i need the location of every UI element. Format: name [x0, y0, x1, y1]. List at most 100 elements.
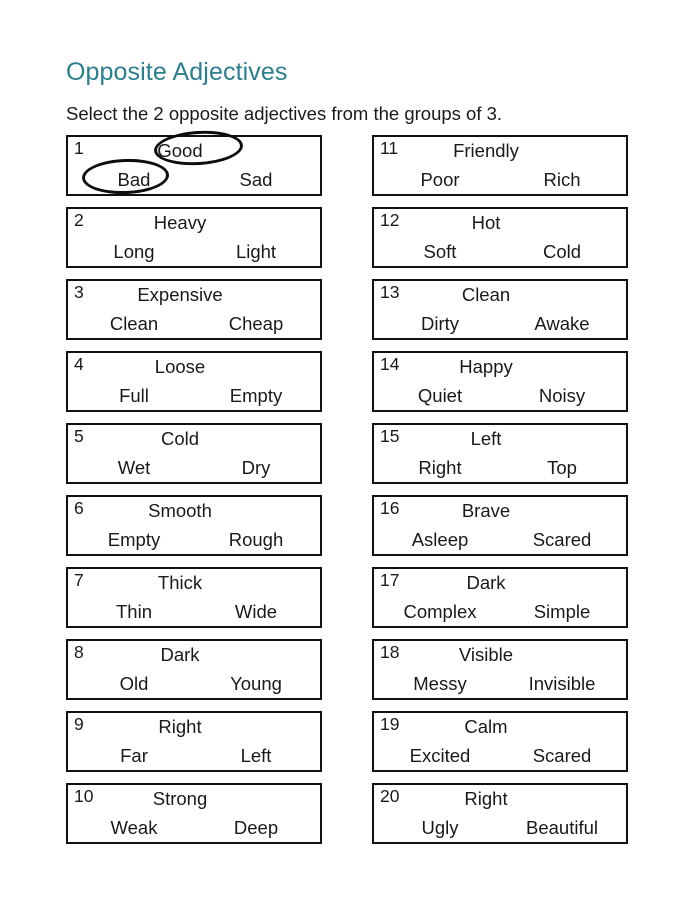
- adjective-option-top[interactable]: Happy: [374, 355, 626, 380]
- adjective-option-left[interactable]: Asleep: [374, 528, 500, 552]
- adjective-option-right[interactable]: Rough: [194, 528, 320, 552]
- adjective-option-left[interactable]: Thin: [68, 600, 194, 624]
- adjective-option-top[interactable]: Good: [68, 139, 320, 164]
- adjective-option-right[interactable]: Cheap: [194, 312, 320, 336]
- group-bottom-row: Empty Rough: [68, 526, 320, 554]
- adjective-option-left[interactable]: Old: [68, 672, 194, 696]
- adjective-option-right[interactable]: Light: [194, 240, 320, 264]
- adjective-option-top[interactable]: Thick: [68, 571, 320, 596]
- adjective-option-left[interactable]: Full: [68, 384, 194, 408]
- adjective-option-top[interactable]: Strong: [68, 787, 320, 812]
- adjective-option-left[interactable]: Empty: [68, 528, 194, 552]
- adjective-option-top[interactable]: Left: [374, 427, 626, 452]
- adjective-option-right[interactable]: Deep: [194, 816, 320, 840]
- group-top-row: 13 Clean: [374, 281, 626, 310]
- adjective-group-box[interactable]: 14 Happy Quiet Noisy: [372, 351, 628, 412]
- page-title: Opposite Adjectives: [66, 57, 288, 86]
- group-bottom-row: Old Young: [68, 670, 320, 698]
- adjective-option-left[interactable]: Dirty: [374, 312, 500, 336]
- adjective-option-top[interactable]: Clean: [374, 283, 626, 308]
- adjective-option-right[interactable]: Scared: [500, 528, 626, 552]
- group-top-row: 3 Expensive: [68, 281, 320, 310]
- group-bottom-row: Wet Dry: [68, 454, 320, 482]
- adjective-option-right[interactable]: Left: [194, 744, 320, 768]
- adjective-option-right[interactable]: Dry: [194, 456, 320, 480]
- adjective-option-left[interactable]: Far: [68, 744, 194, 768]
- group-bottom-row: Poor Rich: [374, 166, 626, 194]
- adjective-option-top[interactable]: Dark: [68, 643, 320, 668]
- adjective-option-left[interactable]: Clean: [68, 312, 194, 336]
- adjective-group-box[interactable]: 7 Thick Thin Wide: [66, 567, 322, 628]
- adjective-option-right[interactable]: Rich: [500, 168, 626, 192]
- adjective-group-box[interactable]: 4 Loose Full Empty: [66, 351, 322, 412]
- adjective-group-box[interactable]: 6 Smooth Empty Rough: [66, 495, 322, 556]
- group-bottom-row: Weak Deep: [68, 814, 320, 842]
- adjective-group-box[interactable]: 20 Right Ugly Beautiful: [372, 783, 628, 844]
- adjective-option-top[interactable]: Expensive: [68, 283, 320, 308]
- adjective-option-right[interactable]: Top: [500, 456, 626, 480]
- adjective-group-box[interactable]: 13 Clean Dirty Awake: [372, 279, 628, 340]
- adjective-option-top[interactable]: Right: [374, 787, 626, 812]
- adjective-option-right[interactable]: Invisible: [500, 672, 626, 696]
- adjective-group-box[interactable]: 9 Right Far Left: [66, 711, 322, 772]
- adjective-option-left[interactable]: Wet: [68, 456, 194, 480]
- adjective-group-box[interactable]: 17 Dark Complex Simple: [372, 567, 628, 628]
- adjective-group-box[interactable]: 12 Hot Soft Cold: [372, 207, 628, 268]
- adjective-group-box[interactable]: 19 Calm Excited Scared: [372, 711, 628, 772]
- group-top-row: 9 Right: [68, 713, 320, 742]
- adjective-option-right[interactable]: Young: [194, 672, 320, 696]
- adjective-option-top[interactable]: Heavy: [68, 211, 320, 236]
- adjective-option-top[interactable]: Loose: [68, 355, 320, 380]
- group-bottom-row: Full Empty: [68, 382, 320, 410]
- adjective-group-box[interactable]: 5 Cold Wet Dry: [66, 423, 322, 484]
- adjective-option-right[interactable]: Beautiful: [500, 816, 626, 840]
- adjective-option-top[interactable]: Friendly: [374, 139, 626, 164]
- adjective-option-right[interactable]: Cold: [500, 240, 626, 264]
- adjective-group-box[interactable]: 1 Good Bad Sad: [66, 128, 322, 196]
- group-bottom-row: Bad Sad: [68, 166, 320, 194]
- group-bottom-row: Messy Invisible: [374, 670, 626, 698]
- group-top-row: 6 Smooth: [68, 497, 320, 526]
- adjective-option-right[interactable]: Sad: [194, 168, 320, 192]
- adjective-group-box[interactable]: 11 Friendly Poor Rich: [372, 135, 628, 196]
- adjective-option-top[interactable]: Right: [68, 715, 320, 740]
- adjective-option-top[interactable]: Hot: [374, 211, 626, 236]
- adjective-option-left[interactable]: Excited: [374, 744, 500, 768]
- adjective-option-left[interactable]: Right: [374, 456, 500, 480]
- adjective-option-left[interactable]: Soft: [374, 240, 500, 264]
- adjective-option-left[interactable]: Bad: [68, 168, 194, 192]
- adjective-option-left[interactable]: Poor: [374, 168, 500, 192]
- adjective-option-left[interactable]: Ugly: [374, 816, 500, 840]
- group-bottom-row: Quiet Noisy: [374, 382, 626, 410]
- group-top-row: 15 Left: [374, 425, 626, 454]
- adjective-group-box[interactable]: 2 Heavy Long Light: [66, 207, 322, 268]
- adjective-option-left[interactable]: Quiet: [374, 384, 500, 408]
- adjective-option-left[interactable]: Messy: [374, 672, 500, 696]
- group-top-row: 11 Friendly: [374, 137, 626, 166]
- adjective-option-left[interactable]: Complex: [374, 600, 500, 624]
- adjective-group-box[interactable]: 16 Brave Asleep Scared: [372, 495, 628, 556]
- adjective-group-box[interactable]: 10 Strong Weak Deep: [66, 783, 322, 844]
- adjective-option-top[interactable]: Brave: [374, 499, 626, 524]
- group-top-row: 12 Hot: [374, 209, 626, 238]
- adjective-option-top[interactable]: Visible: [374, 643, 626, 668]
- group-bottom-row: Excited Scared: [374, 742, 626, 770]
- adjective-option-left[interactable]: Weak: [68, 816, 194, 840]
- group-bottom-row: Clean Cheap: [68, 310, 320, 338]
- adjective-option-right[interactable]: Simple: [500, 600, 626, 624]
- adjective-group-box[interactable]: 8 Dark Old Young: [66, 639, 322, 700]
- adjective-group-box[interactable]: 18 Visible Messy Invisible: [372, 639, 628, 700]
- adjective-group-box[interactable]: 3 Expensive Clean Cheap: [66, 279, 322, 340]
- adjective-option-top[interactable]: Dark: [374, 571, 626, 596]
- adjective-option-right[interactable]: Noisy: [500, 384, 626, 408]
- adjective-option-top[interactable]: Smooth: [68, 499, 320, 524]
- group-top-row: 17 Dark: [374, 569, 626, 598]
- adjective-option-left[interactable]: Long: [68, 240, 194, 264]
- adjective-option-top[interactable]: Calm: [374, 715, 626, 740]
- adjective-option-right[interactable]: Empty: [194, 384, 320, 408]
- adjective-option-right[interactable]: Scared: [500, 744, 626, 768]
- adjective-group-box[interactable]: 15 Left Right Top: [372, 423, 628, 484]
- adjective-option-right[interactable]: Wide: [194, 600, 320, 624]
- adjective-option-right[interactable]: Awake: [500, 312, 626, 336]
- adjective-option-top[interactable]: Cold: [68, 427, 320, 452]
